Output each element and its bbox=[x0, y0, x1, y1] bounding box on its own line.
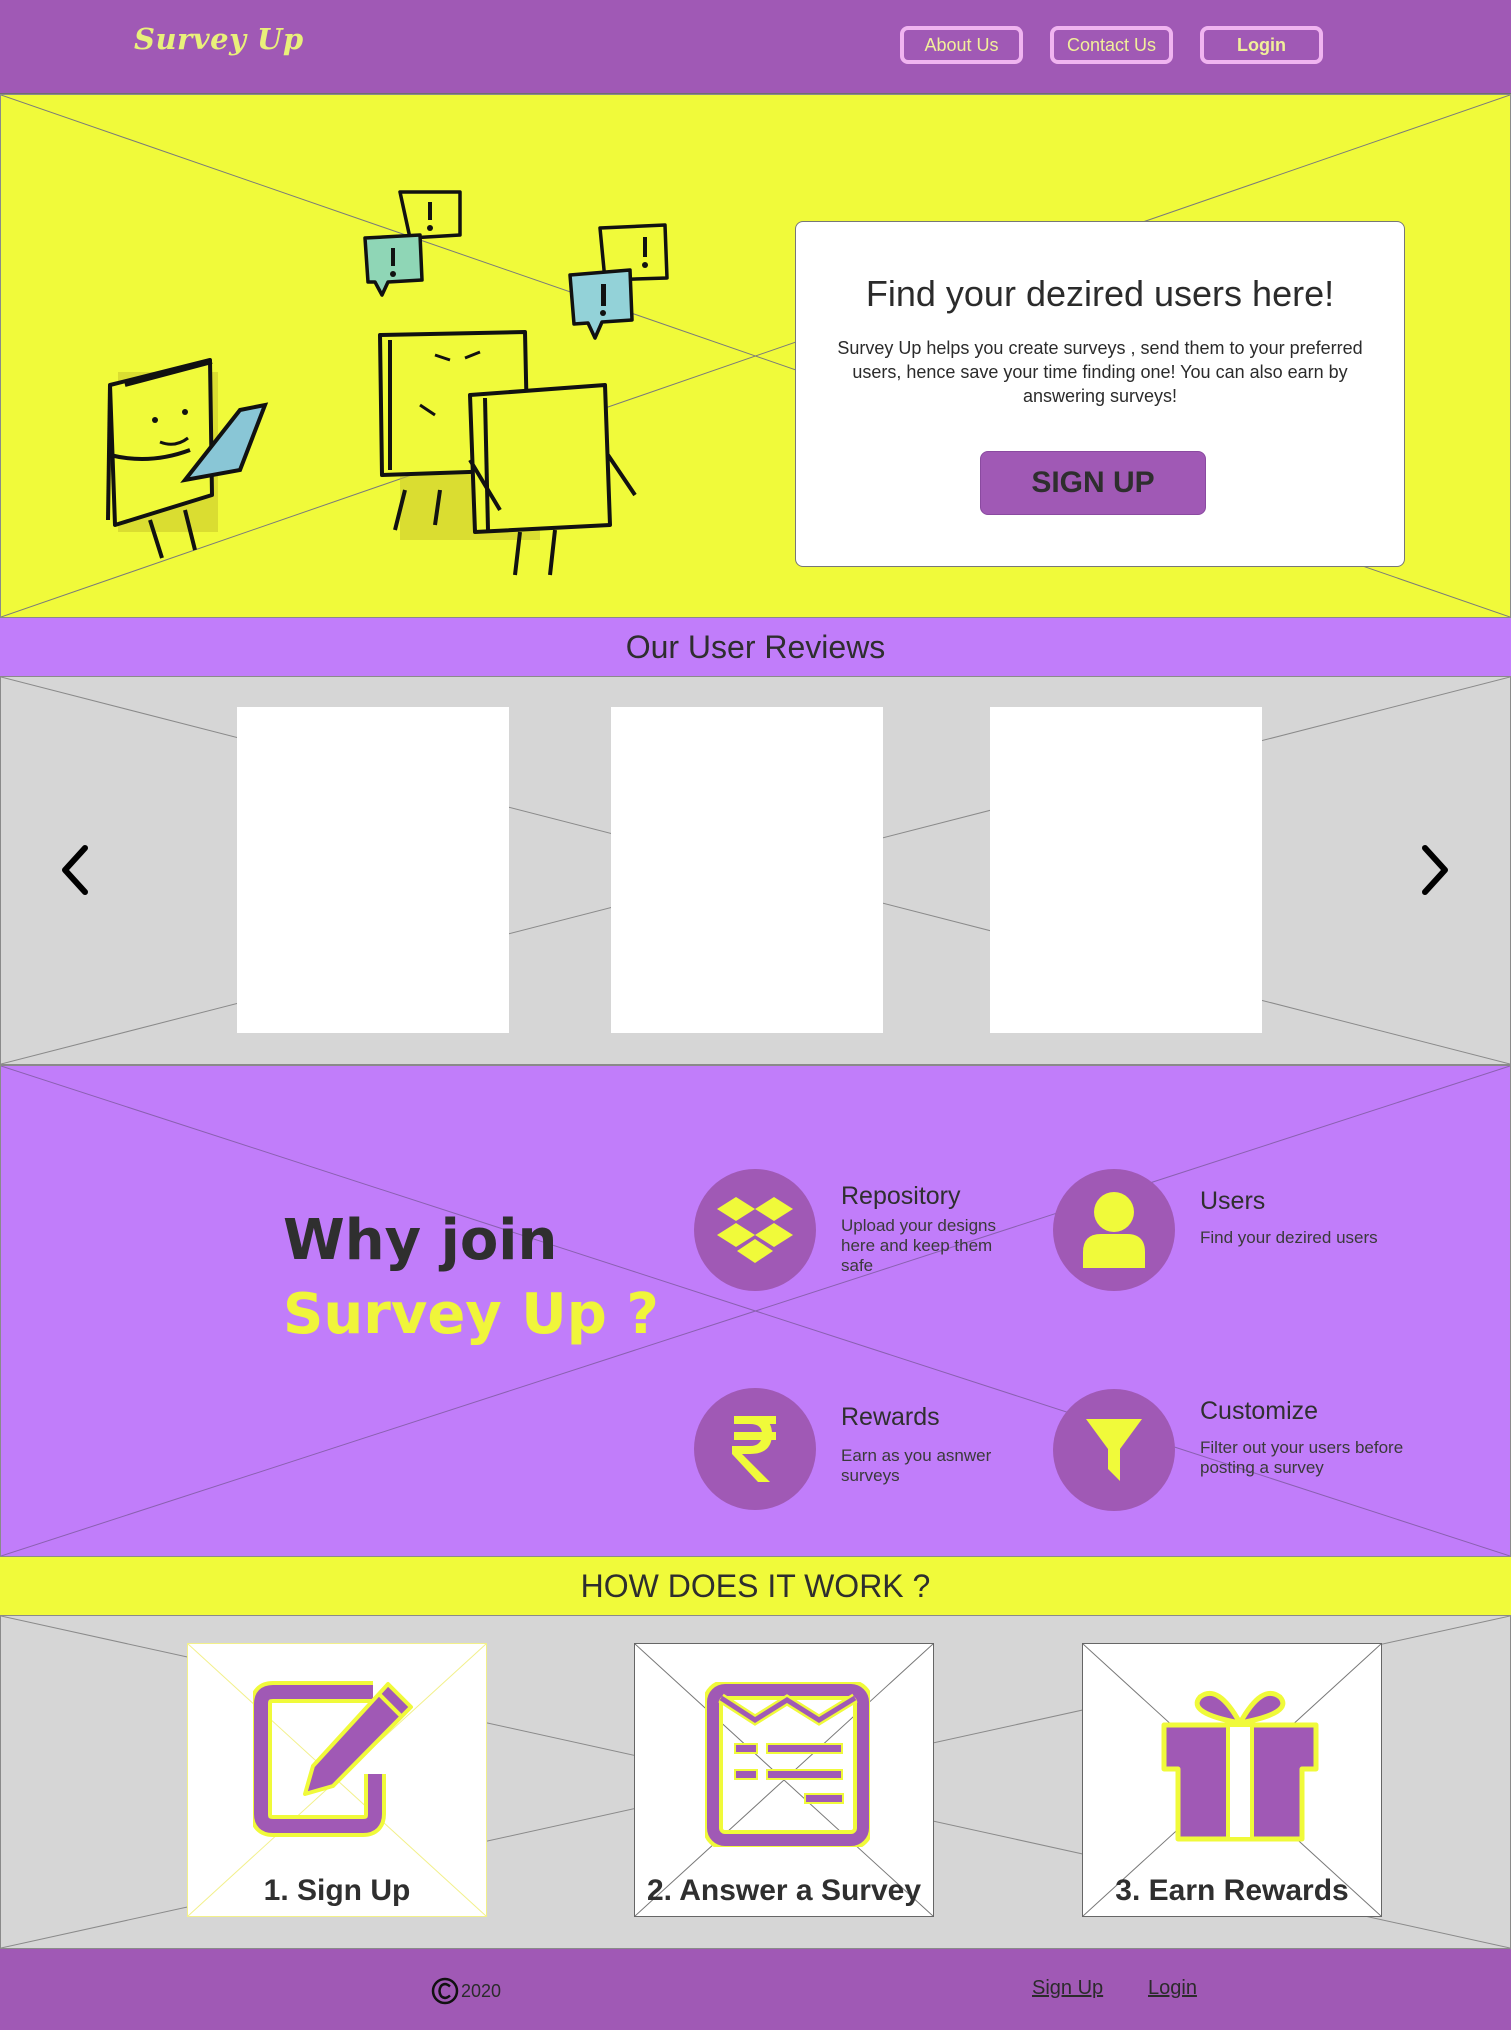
copyright-year: 2020 bbox=[461, 1980, 502, 2001]
feature-description: Find your dezired users bbox=[1200, 1228, 1378, 1247]
chevron-left-icon[interactable] bbox=[55, 840, 95, 900]
hero-title: Find your dezired users here! bbox=[865, 273, 1335, 314]
user-icon bbox=[1053, 1169, 1175, 1291]
about-us-button[interactable]: About Us bbox=[900, 26, 1023, 64]
login-button[interactable]: Login bbox=[1200, 26, 1323, 64]
feature-title: Customize bbox=[1200, 1397, 1319, 1425]
feature-title: Users bbox=[1200, 1187, 1266, 1215]
why-join-brand: Survey Up ? bbox=[283, 1282, 659, 1347]
copyright-icon bbox=[431, 1977, 459, 2005]
feature-description: Upload your designs here and keep them s… bbox=[841, 1216, 996, 1275]
edit-icon bbox=[253, 1681, 413, 1837]
feature-title: Rewards bbox=[841, 1403, 940, 1431]
feature-description: Earn as you asnwer surveys bbox=[841, 1446, 992, 1485]
contact-us-button[interactable]: Contact Us bbox=[1050, 26, 1173, 64]
feature-title: Repository bbox=[841, 1182, 961, 1210]
footer-login-link[interactable]: Login bbox=[1148, 1977, 1197, 2000]
survey-mail-icon bbox=[705, 1682, 870, 1847]
dropbox-icon bbox=[694, 1169, 816, 1291]
logo[interactable]: Survey Up bbox=[134, 22, 304, 56]
filter-icon bbox=[1053, 1389, 1175, 1511]
hero-description: Survey Up helps you create surveys , sen… bbox=[837, 338, 1363, 406]
copyright: 2020 bbox=[431, 1977, 501, 2005]
chevron-right-icon[interactable] bbox=[1415, 840, 1455, 900]
gift-icon bbox=[1161, 1690, 1319, 1842]
review-card[interactable] bbox=[611, 707, 883, 1033]
feature-description: Filter out your users before posting a s… bbox=[1200, 1438, 1404, 1477]
hero-signup-button[interactable]: SIGN UP bbox=[980, 451, 1206, 515]
step-card: 3. Earn Rewards bbox=[1082, 1643, 1382, 1917]
review-card[interactable] bbox=[990, 707, 1262, 1033]
footer bbox=[0, 1949, 1511, 2030]
why-join-heading: Why join bbox=[283, 1208, 558, 1273]
step-card: 2. Answer a Survey bbox=[634, 1643, 934, 1917]
footer-signup-link[interactable]: Sign Up bbox=[1032, 1977, 1103, 2000]
step-card: 1. Sign Up bbox=[187, 1643, 487, 1917]
rupee-icon bbox=[694, 1388, 816, 1510]
step-label: 1. Sign Up bbox=[263, 1874, 411, 1907]
hero-illustration bbox=[106, 190, 669, 576]
review-card[interactable] bbox=[237, 707, 509, 1033]
how-it-works-heading: HOW DOES IT WORK ? bbox=[0, 1557, 1511, 1615]
step-label: 3. Earn Rewards bbox=[1115, 1874, 1349, 1907]
step-label: 2. Answer a Survey bbox=[646, 1874, 922, 1907]
reviews-heading: Our User Reviews bbox=[0, 618, 1511, 676]
